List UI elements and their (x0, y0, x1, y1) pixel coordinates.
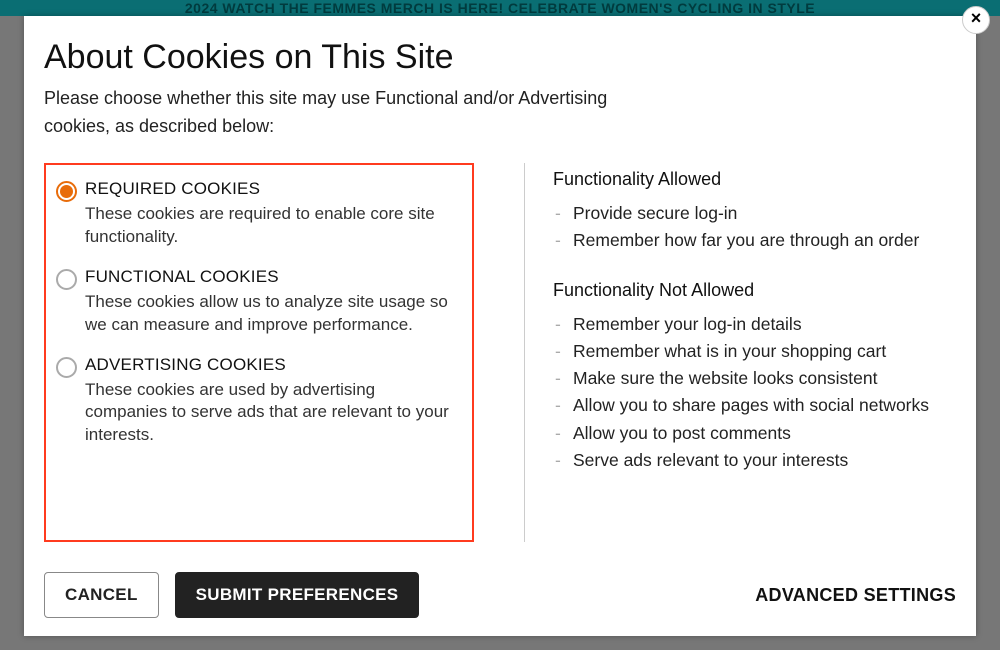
cancel-button[interactable]: CANCEL (44, 572, 159, 618)
cookie-modal: × About Cookies on This Site Please choo… (24, 16, 976, 636)
option-functional-cookies[interactable]: FUNCTIONAL COOKIES These cookies allow u… (56, 267, 460, 337)
submit-preferences-button[interactable]: SUBMIT PREFERENCES (175, 572, 420, 618)
functionality-panel: Functionality Allowed Provide secure log… (553, 163, 956, 542)
list-item: Allow you to post comments (553, 420, 956, 447)
promo-banner: 2024 WATCH THE FEMMES MERCH IS HERE! CEL… (0, 0, 1000, 16)
option-required-cookies[interactable]: REQUIRED COOKIES These cookies are requi… (56, 179, 460, 249)
list-item: Remember how far you are through an orde… (553, 227, 956, 254)
list-item: Make sure the website looks consistent (553, 365, 956, 392)
not-allowed-list: Remember your log-in details Remember wh… (553, 311, 956, 474)
radio-required[interactable] (56, 181, 77, 202)
radio-advertising[interactable] (56, 357, 77, 378)
advanced-settings-link[interactable]: ADVANCED SETTINGS (755, 585, 956, 606)
modal-intro: Please choose whether this site may use … (44, 85, 664, 141)
list-item: Provide secure log-in (553, 200, 956, 227)
modal-title: About Cookies on This Site (44, 38, 956, 77)
option-title: REQUIRED COOKIES (85, 179, 460, 199)
option-title: FUNCTIONAL COOKIES (85, 267, 460, 287)
modal-footer: CANCEL SUBMIT PREFERENCES ADVANCED SETTI… (44, 572, 956, 618)
vertical-divider (524, 163, 525, 542)
allowed-heading: Functionality Allowed (553, 169, 956, 190)
radio-functional[interactable] (56, 269, 77, 290)
option-title: ADVERTISING COOKIES (85, 355, 460, 375)
option-advertising-cookies[interactable]: ADVERTISING COOKIES These cookies are us… (56, 355, 460, 448)
option-desc: These cookies are used by advertising co… (85, 379, 460, 448)
close-icon[interactable]: × (962, 6, 990, 34)
option-desc: These cookies are required to enable cor… (85, 203, 460, 249)
list-item: Remember what is in your shopping cart (553, 338, 956, 365)
list-item: Serve ads relevant to your interests (553, 447, 956, 474)
option-desc: These cookies allow us to analyze site u… (85, 291, 460, 337)
not-allowed-heading: Functionality Not Allowed (553, 280, 956, 301)
list-item: Allow you to share pages with social net… (553, 392, 956, 419)
allowed-list: Provide secure log-in Remember how far y… (553, 200, 956, 254)
list-item: Remember your log-in details (553, 311, 956, 338)
cookie-options-panel: REQUIRED COOKIES These cookies are requi… (44, 163, 474, 542)
